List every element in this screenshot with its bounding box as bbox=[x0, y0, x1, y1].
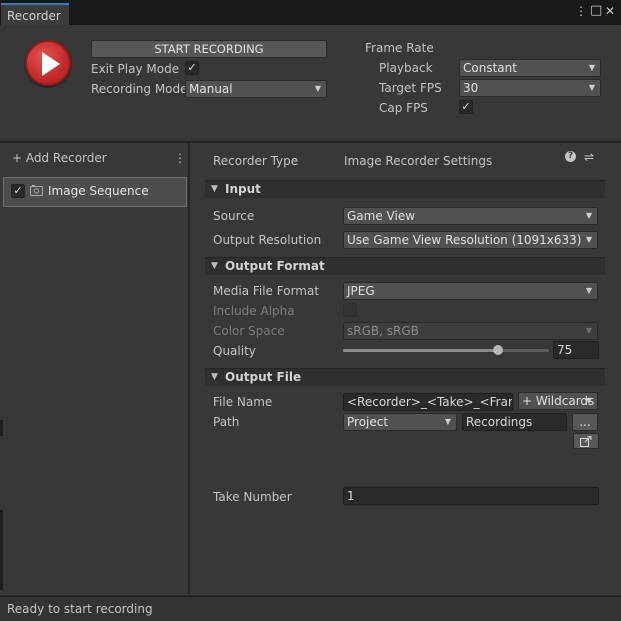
browse-button[interactable]: ... bbox=[572, 413, 598, 431]
target-fps-value: 30 bbox=[463, 81, 479, 95]
media-file-format-label: Media File Format bbox=[213, 284, 320, 298]
color-space-dropdown: sRGB, sRGB ▼ bbox=[343, 322, 598, 340]
foldout-arrow-icon: ▼ bbox=[211, 372, 218, 382]
panel-edge bbox=[0, 420, 3, 436]
external-link-icon bbox=[580, 435, 592, 447]
quality-slider-handle[interactable] bbox=[492, 345, 503, 355]
exit-play-mode-label: Exit Play Mode bbox=[91, 62, 180, 76]
dropdown-arrow-icon: ▼ bbox=[588, 83, 595, 92]
record-play-button[interactable] bbox=[25, 40, 71, 86]
wildcards-label: + Wildcards bbox=[522, 394, 595, 408]
close-icon[interactable]: ✕ bbox=[605, 4, 615, 18]
include-alpha-label: Include Alpha bbox=[213, 304, 295, 318]
frame-rate-label: Frame Rate bbox=[365, 41, 434, 55]
recording-mode-dropdown[interactable]: Manual ▼ bbox=[185, 80, 327, 98]
start-recording-button[interactable]: START RECORDING bbox=[91, 40, 327, 58]
source-value: Game View bbox=[347, 209, 416, 223]
add-recorder-button[interactable]: + Add Recorder bbox=[12, 151, 107, 165]
output-resolution-dropdown[interactable]: Use Game View Resolution (1091x633) ▼ bbox=[343, 231, 598, 249]
dropdown-arrow-icon: ▼ bbox=[585, 286, 592, 295]
dropdown-arrow-icon: ▼ bbox=[585, 326, 592, 335]
input-section-header[interactable]: ▼ Input bbox=[205, 180, 605, 198]
dropdown-arrow-icon: ▼ bbox=[314, 84, 321, 93]
recorder-list-menu-icon[interactable]: ⋮ bbox=[174, 151, 186, 165]
quality-slider-fill bbox=[343, 349, 498, 352]
include-alpha-checkbox bbox=[343, 303, 357, 317]
media-file-format-dropdown[interactable]: JPEG ▼ bbox=[343, 282, 598, 300]
maximize-icon[interactable]: □ bbox=[590, 3, 602, 18]
foldout-arrow-icon: ▼ bbox=[211, 184, 218, 194]
input-section-title: Input bbox=[225, 182, 261, 196]
tab-recorder[interactable]: Recorder bbox=[1, 3, 69, 25]
target-fps-label: Target FPS bbox=[379, 81, 442, 95]
path-input[interactable]: Recordings bbox=[462, 413, 567, 431]
file-name-input[interactable]: <Recorder>_<Take>_<Frame> bbox=[343, 393, 513, 411]
source-label: Source bbox=[213, 209, 255, 223]
output-file-section-title: Output File bbox=[225, 370, 302, 384]
color-space-value: sRGB, sRGB bbox=[347, 324, 419, 338]
target-fps-dropdown[interactable]: 30 ▼ bbox=[459, 79, 601, 97]
source-dropdown[interactable]: Game View ▼ bbox=[343, 207, 598, 225]
foldout-arrow-icon: ▼ bbox=[211, 261, 218, 271]
recorder-type-value: Image Recorder Settings bbox=[344, 154, 493, 168]
image-recorder-icon bbox=[30, 185, 43, 196]
dropdown-arrow-icon: ▼ bbox=[585, 211, 592, 220]
dropdown-arrow-icon: ▼ bbox=[588, 63, 595, 72]
panel-edge bbox=[0, 510, 3, 590]
exit-play-mode-checkbox[interactable]: ✓ bbox=[185, 61, 199, 75]
quality-input[interactable]: 75 bbox=[553, 341, 599, 359]
open-folder-button[interactable] bbox=[573, 433, 599, 449]
output-resolution-value: Use Game View Resolution (1091x633) bbox=[347, 233, 582, 247]
playback-label: Playback bbox=[379, 61, 433, 75]
media-file-format-value: JPEG bbox=[347, 284, 375, 298]
help-icon[interactable]: ? bbox=[565, 151, 576, 162]
status-bar: Ready to start recording bbox=[0, 596, 621, 621]
recording-mode-label: Recording Mode bbox=[91, 82, 188, 96]
dropdown-arrow-icon: ▼ bbox=[585, 235, 592, 244]
output-format-section-title: Output Format bbox=[225, 259, 325, 273]
image-sequence-enabled-checkbox[interactable]: ✓ bbox=[11, 184, 25, 198]
cap-fps-checkbox[interactable]: ✓ bbox=[459, 100, 473, 114]
image-sequence-label: Image Sequence bbox=[48, 184, 149, 198]
playback-dropdown[interactable]: Constant ▼ bbox=[459, 59, 601, 77]
dropdown-arrow-icon: ▼ bbox=[585, 396, 592, 405]
path-root-value: Project bbox=[347, 415, 389, 429]
recorder-type-label: Recorder Type bbox=[213, 154, 299, 168]
recorder-list-panel bbox=[0, 143, 189, 595]
take-number-label: Take Number bbox=[213, 490, 292, 504]
tab-bar bbox=[0, 0, 621, 25]
quality-label: Quality bbox=[213, 344, 256, 358]
take-number-input[interactable]: 1 bbox=[343, 487, 599, 505]
output-file-section-header[interactable]: ▼ Output File bbox=[205, 368, 605, 386]
wildcards-dropdown[interactable]: + Wildcards ▼ bbox=[518, 392, 598, 410]
file-name-label: File Name bbox=[213, 395, 273, 409]
path-root-dropdown[interactable]: Project ▼ bbox=[343, 413, 457, 431]
path-label: Path bbox=[213, 415, 240, 429]
kebab-menu-icon[interactable]: ⋮ bbox=[575, 4, 587, 18]
output-resolution-label: Output Resolution bbox=[213, 233, 322, 247]
playback-value: Constant bbox=[463, 61, 517, 75]
color-space-label: Color Space bbox=[213, 324, 285, 338]
play-icon bbox=[42, 52, 60, 76]
preset-settings-icon[interactable]: ⇌ bbox=[584, 150, 594, 164]
output-format-section-header[interactable]: ▼ Output Format bbox=[205, 257, 605, 275]
recording-mode-value: Manual bbox=[189, 82, 233, 96]
cap-fps-label: Cap FPS bbox=[379, 101, 428, 115]
dropdown-arrow-icon: ▼ bbox=[444, 417, 451, 426]
